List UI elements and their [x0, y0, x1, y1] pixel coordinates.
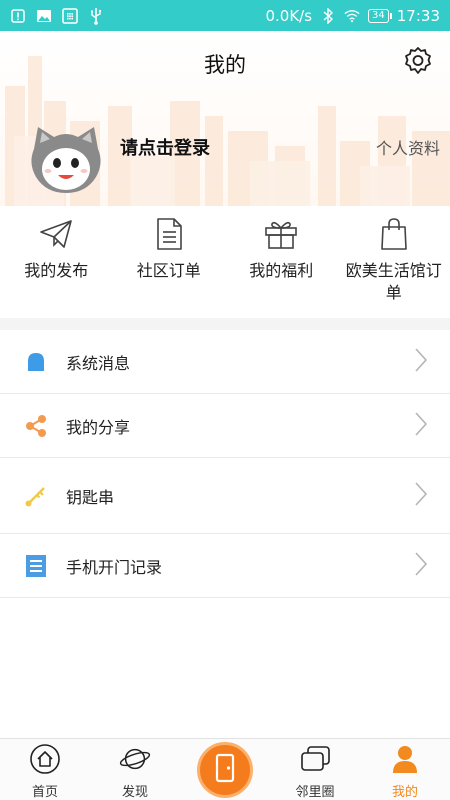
settings-button[interactable]	[400, 45, 436, 81]
menu-item-keychain[interactable]: 钥匙串	[0, 458, 450, 534]
nav-mine[interactable]: 我的	[360, 739, 450, 800]
chevron-right-icon	[414, 481, 428, 511]
list-icon	[24, 554, 48, 578]
shortcut-label: 欧美生活馆订单	[345, 261, 442, 302]
nav-label: 邻里圈	[295, 785, 335, 800]
shortcut-label: 我的发布	[24, 261, 89, 280]
avatar[interactable]	[28, 123, 104, 199]
shortcut-lifestyle-orders[interactable]: 欧美生活馆订单	[338, 206, 450, 318]
profile-link[interactable]: 个人资料	[376, 135, 440, 159]
page-title: 我的	[204, 53, 246, 77]
clock: 17:33	[396, 6, 440, 25]
shortcut-my-benefits[interactable]: 我的福利	[225, 206, 338, 318]
menu-item-label: 手机开门记录	[66, 557, 163, 577]
nav-discover[interactable]: 发现	[90, 739, 180, 800]
nav-label: 首页	[31, 785, 58, 800]
shortcut-label: 我的福利	[249, 261, 314, 280]
gear-icon	[402, 45, 434, 81]
chevron-right-icon	[414, 551, 428, 581]
planet-icon	[119, 743, 151, 775]
cards-icon	[299, 743, 331, 775]
document-icon	[152, 216, 186, 252]
home-icon	[29, 743, 61, 775]
login-prompt[interactable]: 请点击登录	[120, 134, 210, 160]
shopping-bag-icon	[377, 216, 411, 252]
nav-label: 我的	[391, 785, 418, 800]
menu-item-label: 钥匙串	[66, 487, 115, 507]
chevron-right-icon	[414, 411, 428, 441]
gift-icon	[264, 216, 298, 252]
shortcut-grid: 我的发布 社区订单 我的福利 欧美生活馆订单	[0, 206, 450, 318]
nav-label: 发现	[121, 785, 148, 800]
section-divider	[0, 318, 450, 330]
person-icon	[389, 743, 421, 775]
wifi-icon	[344, 8, 360, 24]
settings-menu: 系统消息 我的分享 钥匙串 手机开门记录	[0, 330, 450, 598]
status-bar: 0.0K/s 34 17:33	[0, 0, 450, 31]
paper-plane-icon	[39, 216, 73, 252]
usb-icon	[88, 7, 104, 25]
shortcut-my-posts[interactable]: 我的发布	[0, 206, 113, 318]
shortcut-community-orders[interactable]: 社区订单	[113, 206, 226, 318]
door-icon	[214, 753, 236, 787]
shortcut-label: 社区订单	[136, 261, 201, 280]
battery-indicator: 34	[368, 8, 392, 23]
share-icon	[24, 414, 48, 438]
key-icon	[24, 484, 48, 508]
image-notification-icon	[36, 8, 52, 24]
menu-item-my-shares[interactable]: 我的分享	[0, 394, 450, 458]
notification-icons	[0, 7, 104, 25]
profile-header: 我的 请点击登录 个人资料	[0, 31, 450, 206]
menu-item-label: 系统消息	[66, 353, 131, 373]
door-unlock-button[interactable]	[197, 742, 253, 798]
system-status: 0.0K/s 34 17:33	[265, 7, 450, 25]
keypad-notification-icon	[62, 7, 78, 24]
menu-item-system-messages[interactable]: 系统消息	[0, 330, 450, 394]
chevron-right-icon	[414, 347, 428, 377]
menu-item-label: 我的分享	[66, 417, 131, 437]
network-speed: 0.0K/s	[265, 6, 313, 25]
alert-notification-icon	[10, 8, 26, 24]
bell-icon	[24, 350, 48, 374]
menu-item-unlock-records[interactable]: 手机开门记录	[0, 534, 450, 598]
nav-neighborhood[interactable]: 邻里圈	[270, 739, 360, 800]
bluetooth-icon	[320, 7, 336, 24]
nav-home[interactable]: 首页	[0, 739, 90, 800]
